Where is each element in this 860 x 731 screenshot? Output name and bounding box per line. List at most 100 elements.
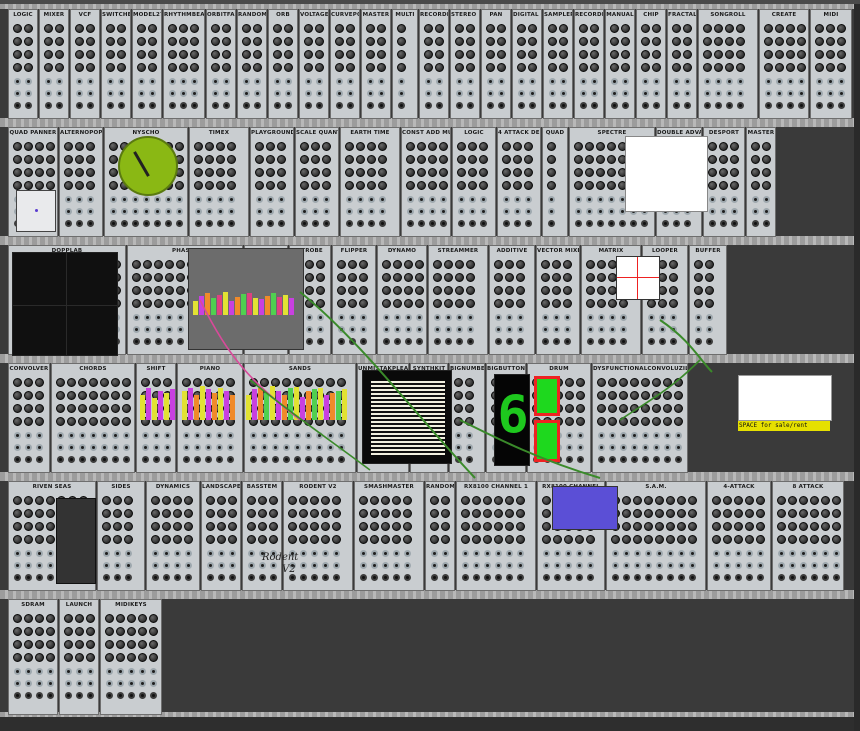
- knob[interactable]: [705, 299, 714, 308]
- knob[interactable]: [652, 378, 661, 387]
- knob[interactable]: [56, 378, 65, 387]
- jack[interactable]: [673, 220, 680, 227]
- jack[interactable]: [371, 574, 378, 581]
- jack[interactable]: [405, 326, 412, 333]
- knob[interactable]: [397, 24, 406, 33]
- jack[interactable]: [673, 102, 680, 109]
- knob[interactable]: [455, 273, 464, 282]
- jack[interactable]: [469, 208, 476, 215]
- knob[interactable]: [64, 168, 73, 177]
- knob[interactable]: [35, 142, 44, 151]
- jack[interactable]: [360, 574, 367, 581]
- jack[interactable]: [65, 196, 72, 203]
- jack[interactable]: [371, 550, 378, 557]
- knob[interactable]: [466, 63, 475, 72]
- jack[interactable]: [506, 338, 513, 345]
- jack[interactable]: [609, 338, 616, 345]
- knob[interactable]: [35, 522, 44, 531]
- knob[interactable]: [457, 155, 466, 164]
- knob[interactable]: [222, 50, 231, 59]
- jack[interactable]: [458, 208, 465, 215]
- knob[interactable]: [466, 273, 475, 282]
- knob[interactable]: [703, 24, 712, 33]
- knob[interactable]: [517, 50, 526, 59]
- knob[interactable]: [619, 417, 628, 426]
- knob[interactable]: [576, 417, 585, 426]
- jack[interactable]: [487, 90, 494, 97]
- knob[interactable]: [310, 535, 319, 544]
- knob[interactable]: [284, 63, 293, 72]
- jack[interactable]: [87, 90, 94, 97]
- jack[interactable]: [429, 196, 436, 203]
- jack[interactable]: [150, 680, 157, 687]
- jack[interactable]: [14, 680, 21, 687]
- jack[interactable]: [323, 208, 330, 215]
- jack[interactable]: [833, 562, 840, 569]
- jack[interactable]: [14, 432, 21, 439]
- knob[interactable]: [736, 50, 745, 59]
- knob[interactable]: [786, 24, 795, 33]
- jack[interactable]: [117, 680, 124, 687]
- knob[interactable]: [335, 24, 344, 33]
- knob[interactable]: [563, 299, 572, 308]
- knob[interactable]: [403, 496, 412, 505]
- knob[interactable]: [669, 260, 678, 269]
- jack[interactable]: [653, 432, 660, 439]
- jack[interactable]: [25, 574, 32, 581]
- knob[interactable]: [486, 37, 495, 46]
- knob[interactable]: [417, 155, 426, 164]
- jack[interactable]: [79, 432, 86, 439]
- jack[interactable]: [254, 90, 261, 97]
- knob[interactable]: [513, 142, 522, 151]
- knob[interactable]: [227, 155, 236, 164]
- knob[interactable]: [725, 63, 734, 72]
- jack[interactable]: [462, 562, 469, 569]
- jack[interactable]: [283, 432, 290, 439]
- knob[interactable]: [24, 63, 33, 72]
- knob[interactable]: [552, 260, 561, 269]
- knob[interactable]: [674, 404, 683, 413]
- knob[interactable]: [315, 63, 324, 72]
- knob[interactable]: [430, 522, 439, 531]
- jack[interactable]: [833, 550, 840, 557]
- jack[interactable]: [57, 444, 64, 451]
- knob[interactable]: [162, 496, 171, 505]
- knob[interactable]: [176, 299, 185, 308]
- jack[interactable]: [217, 208, 224, 215]
- knob[interactable]: [106, 50, 115, 59]
- jack[interactable]: [125, 562, 132, 569]
- knob[interactable]: [127, 627, 136, 636]
- knob[interactable]: [708, 181, 717, 190]
- jack[interactable]: [218, 550, 225, 557]
- knob[interactable]: [109, 155, 118, 164]
- jack[interactable]: [300, 562, 307, 569]
- knob[interactable]: [382, 286, 391, 295]
- knob[interactable]: [439, 142, 448, 151]
- knob[interactable]: [672, 24, 681, 33]
- jack[interactable]: [164, 444, 171, 451]
- knob[interactable]: [502, 181, 511, 190]
- knob[interactable]: [138, 653, 147, 662]
- jack[interactable]: [112, 456, 119, 463]
- knob[interactable]: [677, 522, 686, 531]
- jack[interactable]: [367, 90, 374, 97]
- knob[interactable]: [168, 37, 177, 46]
- knob[interactable]: [305, 286, 314, 295]
- jack[interactable]: [645, 574, 652, 581]
- jack[interactable]: [323, 220, 330, 227]
- jack[interactable]: [327, 432, 334, 439]
- jack[interactable]: [360, 550, 367, 557]
- knob[interactable]: [403, 535, 412, 544]
- jack[interactable]: [560, 78, 567, 85]
- jack[interactable]: [763, 220, 770, 227]
- knob[interactable]: [56, 417, 65, 426]
- knob[interactable]: [13, 37, 22, 46]
- jack[interactable]: [47, 550, 54, 557]
- knob[interactable]: [311, 142, 320, 151]
- jack[interactable]: [642, 102, 649, 109]
- jack[interactable]: [90, 432, 97, 439]
- jack[interactable]: [456, 314, 463, 321]
- jack[interactable]: [56, 90, 63, 97]
- jack[interactable]: [132, 196, 139, 203]
- knob[interactable]: [455, 63, 464, 72]
